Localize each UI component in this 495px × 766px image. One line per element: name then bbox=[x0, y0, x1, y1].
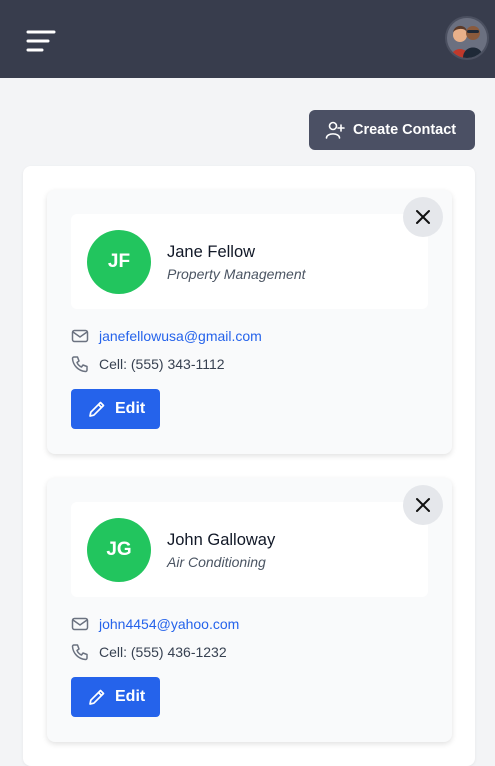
close-icon bbox=[416, 210, 430, 224]
top-navigation-bar bbox=[0, 0, 495, 78]
delete-contact-button[interactable] bbox=[403, 197, 443, 237]
pencil-icon bbox=[87, 399, 107, 419]
contact-email-link[interactable]: janefellowusa@gmail.com bbox=[99, 328, 262, 344]
mail-icon bbox=[71, 615, 89, 633]
contact-card: JF Jane Fellow Property Management janef… bbox=[47, 190, 452, 454]
mail-icon bbox=[71, 327, 89, 345]
contact-phone: Cell: (555) 343-1112 bbox=[99, 356, 225, 372]
phone-icon bbox=[71, 643, 89, 661]
phone-icon bbox=[71, 355, 89, 373]
contact-card: JG John Galloway Air Conditioning john44… bbox=[47, 478, 452, 742]
contact-phone-row: Cell: (555) 436-1232 bbox=[71, 643, 227, 661]
edit-contact-button[interactable]: Edit bbox=[71, 389, 160, 429]
contact-name: John Galloway bbox=[167, 531, 276, 549]
contact-phone: Cell: (555) 436-1232 bbox=[99, 644, 227, 660]
contact-company: Air Conditioning bbox=[167, 554, 266, 570]
pencil-icon bbox=[87, 687, 107, 707]
delete-contact-button[interactable] bbox=[403, 485, 443, 525]
edit-label: Edit bbox=[115, 688, 146, 705]
contact-name: Jane Fellow bbox=[167, 243, 256, 261]
edit-contact-button[interactable]: Edit bbox=[71, 677, 160, 717]
edit-label: Edit bbox=[115, 400, 146, 417]
user-plus-icon bbox=[325, 120, 345, 140]
contact-email-row: janefellowusa@gmail.com bbox=[71, 327, 262, 345]
contact-company: Property Management bbox=[167, 266, 306, 282]
contact-phone-row: Cell: (555) 343-1112 bbox=[71, 355, 225, 373]
contact-header: JG John Galloway Air Conditioning bbox=[71, 502, 428, 597]
user-avatar[interactable] bbox=[447, 18, 487, 58]
close-icon bbox=[416, 498, 430, 512]
contact-email-link[interactable]: john4454@yahoo.com bbox=[99, 616, 239, 632]
create-contact-label: Create Contact bbox=[353, 122, 457, 138]
hamburger-menu-icon[interactable] bbox=[26, 28, 56, 54]
create-contact-button[interactable]: Create Contact bbox=[309, 110, 475, 150]
contact-initials-avatar: JG bbox=[87, 518, 151, 582]
contact-email-row: john4454@yahoo.com bbox=[71, 615, 239, 633]
contact-initials-avatar: JF bbox=[87, 230, 151, 294]
contact-header: JF Jane Fellow Property Management bbox=[71, 214, 428, 309]
